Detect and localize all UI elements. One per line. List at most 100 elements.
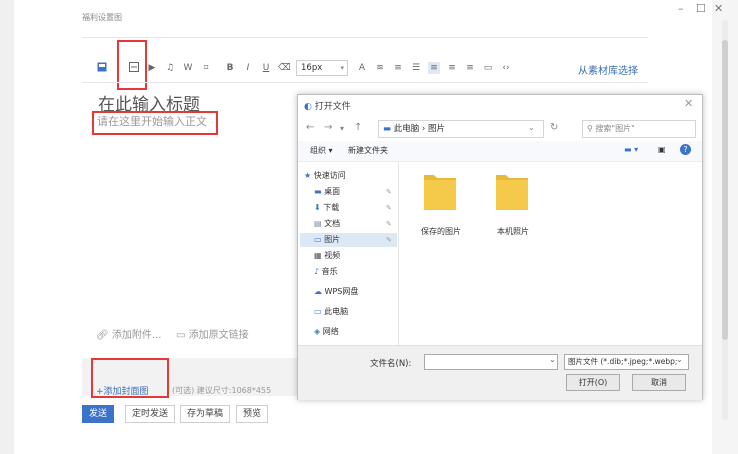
bold-button[interactable]: B	[224, 62, 236, 74]
back-arrow-icon[interactable]: ←	[306, 122, 314, 133]
nav-item-network[interactable]: ◈ 网络	[314, 325, 339, 339]
add-source-link-label: 添加原文链接	[188, 330, 249, 341]
underline-button[interactable]: U	[260, 62, 272, 74]
crop-icon[interactable]: ⌗	[200, 62, 212, 74]
send-button[interactable]: 发送	[82, 405, 115, 423]
search-placeholder: 搜索"图片"	[595, 124, 635, 133]
folder-item[interactable]	[495, 171, 529, 215]
code-icon[interactable]: ‹›	[500, 62, 512, 74]
list-icon[interactable]: ☰	[410, 62, 422, 74]
search-input[interactable]: ⚲ 搜索"图片"	[582, 120, 696, 138]
filetype-dropdown-icon[interactable]: ⌄	[676, 355, 683, 364]
align-left-icon[interactable]: ≡	[428, 62, 440, 74]
cancel-button[interactable]: 取消	[632, 374, 686, 391]
folder-label: 保存的图片	[421, 227, 461, 236]
editor-toolbar: ▶ ♫ W ⌗ B I U ⌫ 16px ▾ A ≋ ≡ ☰ ≡ ≡ ≡ ▭ ‹›	[96, 60, 518, 76]
w-button[interactable]: W	[182, 62, 194, 74]
preview-pane-icon[interactable]: ▣	[658, 145, 666, 154]
up-arrow-icon[interactable]: ↑	[354, 122, 362, 133]
breadcrumb: 此电脑 › 图片	[393, 124, 446, 134]
paperclip-icon: 🔗︎	[96, 330, 112, 341]
font-color-icon[interactable]: A	[356, 62, 368, 74]
filename-dropdown-icon[interactable]: ⌄	[549, 355, 556, 364]
dialog-app-icon: ◐	[304, 102, 315, 112]
recent-dropdown-icon[interactable]: ▾	[340, 124, 344, 133]
filetype-select[interactable]: 图片文件 (*.dib;*.jpeg;*.webp;	[564, 354, 689, 370]
nav-item-music[interactable]: ♪ 音乐	[314, 265, 338, 279]
nav-label: 桌面	[324, 187, 341, 196]
organize-menu[interactable]: 组织 ▾	[310, 145, 333, 156]
background-color-icon[interactable]: ≋	[374, 62, 386, 74]
chevron-down-icon: ▾	[340, 64, 344, 72]
highlight-box	[91, 358, 169, 398]
network-icon: ◈	[314, 327, 323, 336]
download-icon: ⬇	[314, 203, 324, 212]
nav-label: 文档	[324, 219, 341, 228]
top-hint-text: 福利设置图	[82, 13, 122, 22]
nav-item-wps-cloud[interactable]: ☁ WPS网盘	[314, 285, 358, 299]
filetype-value: 图片文件 (*.dib;*.jpeg;*.webp;	[568, 357, 678, 366]
schedule-send-button[interactable]: 定时发送	[125, 405, 176, 423]
save-draft-button[interactable]: 存为草稿	[180, 405, 231, 423]
folder-icon	[424, 175, 456, 210]
picture-icon: ▭	[314, 235, 325, 244]
address-bar[interactable]: ▬ 此电脑 › 图片	[378, 120, 544, 138]
help-icon[interactable]: ?	[680, 144, 691, 155]
filename-label: 文件名(N):	[370, 359, 412, 369]
nav-item-downloads[interactable]: ⬇ 下载	[314, 201, 339, 215]
document-icon: ▤	[314, 219, 325, 228]
audio-insert-icon[interactable]: ♫	[164, 62, 176, 74]
folder-small-icon: ▬	[383, 124, 394, 134]
new-folder-button[interactable]: 新建文件夹	[348, 145, 388, 156]
italic-button[interactable]: I	[242, 62, 254, 74]
nav-item-documents[interactable]: ▤ 文档	[314, 217, 340, 231]
link-icon: ▭	[176, 330, 189, 341]
nav-label: 网络	[322, 327, 339, 336]
image-insert-icon[interactable]	[96, 62, 108, 74]
nav-label: 快速访问	[313, 171, 346, 180]
divider	[82, 82, 648, 83]
nav-item-this-pc[interactable]: ▭ 此电脑	[314, 305, 348, 319]
minimize-button[interactable]: –	[678, 2, 684, 15]
nav-label: WPS网盘	[324, 287, 359, 296]
eraser-icon[interactable]: ⌫	[278, 62, 291, 74]
computer-icon: ▭	[314, 307, 325, 316]
from-library-link[interactable]: 从素材库选择	[578, 62, 638, 77]
nav-label: 下载	[323, 203, 340, 212]
address-dropdown-icon[interactable]: ⌄	[528, 123, 535, 132]
table-icon[interactable]: ▭	[482, 62, 494, 74]
refresh-icon[interactable]: ↻	[550, 122, 558, 133]
preview-button[interactable]: 预览	[236, 405, 269, 423]
font-size-value: 16px	[301, 63, 323, 73]
view-options-icon[interactable]: ▬ ▾	[624, 145, 638, 154]
pin-icon: ✎	[386, 220, 392, 228]
forward-arrow-icon[interactable]: →	[324, 122, 332, 133]
folder-item[interactable]	[423, 171, 457, 215]
filename-input[interactable]	[424, 354, 558, 370]
nav-item-videos[interactable]: ▦ 视频	[314, 249, 340, 263]
add-attachment-link[interactable]: 🔗︎ 添加附件...	[96, 326, 161, 341]
video-insert-icon[interactable]: ▶	[146, 62, 158, 74]
maximize-button[interactable]: ☐	[696, 2, 706, 15]
open-file-dialog: ◐ 打开文件 ✕ ← → ▾ ↑ ▬ 此电脑 › 图片 ⌄ ↻ ⚲ 搜索"图片"…	[297, 94, 703, 400]
align-center-icon[interactable]: ≡	[446, 62, 458, 74]
add-attachment-label: 添加附件...	[111, 330, 162, 341]
scrollbar-thumb[interactable]	[722, 40, 728, 340]
left-gutter	[0, 0, 14, 454]
nav-label: 视频	[324, 251, 341, 260]
close-button[interactable]: ✕	[714, 2, 723, 15]
highlight-box	[92, 111, 218, 135]
nav-item-desktop[interactable]: ▬ 桌面	[314, 185, 340, 199]
dialog-title: ◐ 打开文件	[304, 99, 351, 112]
desktop-icon: ▬	[314, 187, 325, 196]
dialog-close-button[interactable]: ✕	[684, 97, 693, 110]
font-size-select[interactable]: 16px ▾	[296, 60, 348, 76]
nav-item-quick-access[interactable]: ★ 快速访问	[304, 169, 346, 183]
music-icon: ♪	[314, 267, 322, 276]
nav-item-pictures[interactable]: ▭ 图片	[314, 233, 340, 247]
folder-label: 本机照片	[497, 227, 529, 236]
add-source-link[interactable]: ▭ 添加原文链接	[176, 326, 249, 341]
align-right-icon[interactable]: ≡	[464, 62, 476, 74]
line-height-icon[interactable]: ≡	[392, 62, 404, 74]
open-button[interactable]: 打开(O)	[566, 374, 620, 391]
